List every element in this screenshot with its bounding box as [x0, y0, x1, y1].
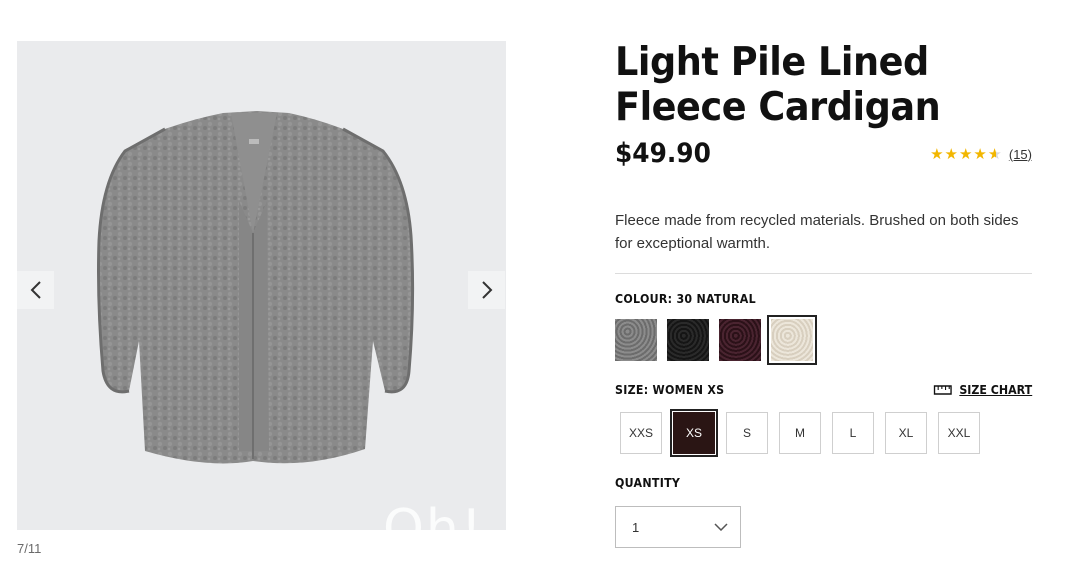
ruler-icon	[933, 385, 952, 395]
size-option-l[interactable]: L	[832, 412, 874, 454]
next-image-button[interactable]	[468, 271, 505, 309]
size-options: XXS XS S M L XL XXL	[620, 409, 1032, 457]
divider	[615, 273, 1032, 274]
product-image-gallery[interactable]: Oh!	[17, 41, 506, 530]
quantity-select[interactable]: 1	[615, 506, 741, 548]
size-option-m[interactable]: M	[779, 412, 821, 454]
size-option-xl[interactable]: XL	[885, 412, 927, 454]
rating[interactable]: ★★★★★★ (15)	[930, 145, 1032, 163]
colour-swatch-wine[interactable]	[719, 319, 761, 361]
product-price: $49.90	[615, 138, 711, 169]
chevron-right-icon	[481, 281, 492, 299]
image-counter: 7/11	[17, 541, 42, 556]
colour-swatch-black[interactable]	[667, 319, 709, 361]
price-row: $49.90 ★★★★★★ (15)	[615, 138, 1032, 169]
product-info: Light Pile Lined Fleece Cardigan $49.90 …	[615, 40, 1032, 548]
prev-image-button[interactable]	[17, 271, 54, 309]
product-description: Fleece made from recycled materials. Bru…	[615, 212, 1019, 252]
size-option-xxl[interactable]: XXL	[938, 412, 980, 454]
product-title: Light Pile Lined Fleece Cardigan	[615, 40, 941, 130]
size-option-xs[interactable]: XS	[670, 409, 718, 457]
quantity-value: 1	[632, 519, 640, 535]
chevron-down-icon	[714, 523, 728, 531]
product-image	[97, 111, 415, 464]
size-chart-label: SIZE CHART	[959, 383, 1032, 397]
size-header: SIZE: WOMEN XS SIZE CHART	[615, 383, 1032, 397]
chevron-left-icon	[30, 281, 41, 299]
colour-swatch-grey[interactable]	[615, 319, 657, 361]
review-count-link[interactable]: (15)	[1009, 147, 1032, 162]
quantity-label: QUANTITY	[615, 476, 681, 490]
colour-label: COLOUR: 30 NATURAL	[615, 292, 756, 306]
size-option-s[interactable]: S	[726, 412, 768, 454]
size-chart-link[interactable]: SIZE CHART	[933, 383, 1032, 397]
star-rating-icon: ★★★★★★	[930, 146, 1002, 163]
colour-swatches	[615, 315, 1032, 365]
image-watermark: Oh!	[383, 499, 484, 530]
size-option-xxs[interactable]: XXS	[620, 412, 662, 454]
size-label: SIZE: WOMEN XS	[615, 383, 725, 397]
colour-swatch-natural[interactable]	[767, 315, 817, 365]
